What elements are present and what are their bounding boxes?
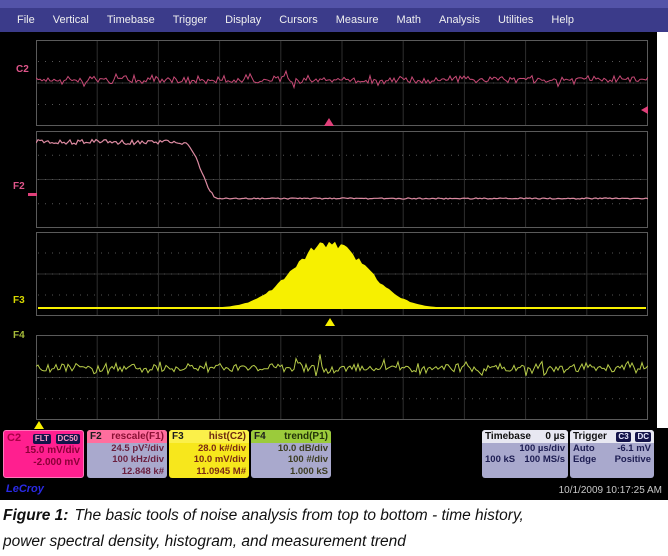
c2-descriptor-header: C2 FLT DC50: [4, 431, 83, 445]
c2-trace-label: C2: [16, 64, 29, 75]
f3-trace-label: F3: [13, 295, 25, 306]
f3-id: F3: [172, 431, 184, 442]
f4-descriptor-header: F4 trend(P1): [251, 430, 331, 443]
timebase-title: Timebase: [485, 431, 531, 442]
f2-id: F2: [90, 431, 102, 442]
trigger-badges: C3 DC: [614, 431, 651, 442]
c2-volts-per-div: 15.0 mV/div: [7, 445, 80, 457]
tb-record-length: 100 kS: [485, 454, 515, 465]
f2-level-marker[interactable]: [28, 193, 37, 196]
f4-samples: 1.000 kS: [254, 466, 328, 477]
math-f4-descriptor[interactable]: F4 trend(P1) 10.0 dB/div 100 #/div 1.000…: [251, 430, 331, 478]
trigger-source-badge: C3: [616, 432, 630, 442]
tb-time-per-div: 100 µs/div: [519, 443, 565, 454]
f3-histogram: [38, 242, 646, 308]
f3-function: hist(C2): [209, 431, 246, 442]
page: File Vertical Timebase Trigger Display C…: [0, 0, 668, 556]
menu-trigger[interactable]: Trigger: [164, 14, 216, 26]
f2-function: rescale(F1): [111, 431, 164, 442]
f2-horizontal-scale: 100 kHz/div: [90, 454, 164, 465]
trigger-level: -6.1 mV: [617, 443, 651, 454]
f4-function: trend(P1): [284, 431, 328, 442]
menu-analysis[interactable]: Analysis: [430, 14, 489, 26]
f3-vertical-scale: 28.0 k#/div: [172, 443, 246, 454]
menu-utilities[interactable]: Utilities: [489, 14, 542, 26]
f4-id: F4: [254, 431, 266, 442]
f2-descriptor-header: F2 rescale(F1): [87, 430, 167, 443]
graticule-f3-histogram: [36, 232, 648, 316]
f2-vertical-scale: 24.5 pV²/div: [90, 443, 164, 454]
trigger-mode: Auto: [573, 443, 595, 454]
f4-descriptor-values: 10.0 dB/div 100 #/div 1.000 kS: [251, 443, 331, 477]
timebase-header: Timebase 0 µs: [482, 430, 568, 443]
trigger-title: Trigger: [573, 431, 607, 442]
menu-help[interactable]: Help: [542, 14, 583, 26]
caption-line1: The basic tools of noise analysis from t…: [74, 507, 523, 524]
graticule-c2-time-history: [36, 40, 648, 126]
f4-horizontal-scale: 100 #/div: [254, 454, 328, 465]
trigger-time-marker[interactable]: [324, 118, 334, 126]
math-f2-descriptor[interactable]: F2 rescale(F1) 24.5 pV²/div 100 kHz/div …: [87, 430, 167, 478]
right-margin: [657, 32, 668, 428]
menu-vertical[interactable]: Vertical: [44, 14, 98, 26]
c2-filter-badge: FLT: [33, 434, 51, 444]
graticule-f4-trend: [36, 335, 648, 420]
menu-math[interactable]: Math: [388, 14, 430, 26]
menu-timebase[interactable]: Timebase: [98, 14, 164, 26]
c2-badges: FLT DC50: [31, 433, 80, 444]
timebase-delay: 0 µs: [545, 431, 565, 442]
trigger-header: Trigger C3 DC: [570, 430, 654, 443]
f3-population: 11.0945 M#: [172, 466, 246, 477]
f2-trace-label: F2: [13, 181, 25, 192]
figure-caption: Figure 1: The basic tools of noise analys…: [3, 503, 665, 555]
c2-descriptor-values: 15.0 mV/div -2.000 mV: [4, 445, 83, 469]
clock-timestamp: 10/1/2009 10:17:25 AM: [559, 485, 662, 496]
window-titlebar: [0, 0, 668, 8]
timebase-values: 100 µs/div 100 kS 100 MS/s: [482, 443, 568, 466]
trend-start-marker[interactable]: [34, 421, 44, 429]
c2-coupling-badge: DC50: [56, 434, 80, 444]
tb-sample-rate: 100 MS/s: [524, 454, 565, 465]
f3-horizontal-scale: 10.0 mV/div: [172, 454, 246, 465]
c2-trigger-level-marker[interactable]: [641, 106, 648, 114]
f2-points: 12.848 k#: [90, 466, 164, 477]
menu-bar: File Vertical Timebase Trigger Display C…: [0, 8, 668, 32]
menu-cursors[interactable]: Cursors: [270, 14, 327, 26]
f2-descriptor-values: 24.5 pV²/div 100 kHz/div 12.848 k#: [87, 443, 167, 477]
graticule-f2-psd: [36, 131, 648, 228]
timebase-descriptor[interactable]: Timebase 0 µs 100 µs/div 100 kS 100 MS/s: [482, 430, 568, 478]
f3-descriptor-header: F3 hist(C2): [169, 430, 249, 443]
figure-label: Figure 1:: [3, 507, 68, 524]
histogram-center-marker[interactable]: [325, 318, 335, 326]
f4-vertical-scale: 10.0 dB/div: [254, 443, 328, 454]
trigger-descriptor[interactable]: Trigger C3 DC Auto -6.1 mV Edge Positive: [570, 430, 654, 478]
trigger-type: Edge: [573, 454, 596, 465]
caption-line2: power spectral density, histogram, and m…: [3, 533, 406, 550]
oscilloscope-screen: File Vertical Timebase Trigger Display C…: [0, 0, 668, 500]
f4-trace-label: F4: [13, 330, 25, 341]
trigger-values: Auto -6.1 mV Edge Positive: [570, 443, 654, 466]
c2-channel-id: C2: [7, 432, 21, 444]
menu-file[interactable]: File: [8, 14, 44, 26]
math-f3-descriptor[interactable]: F3 hist(C2) 28.0 k#/div 10.0 mV/div 11.0…: [169, 430, 249, 478]
channel-c2-descriptor[interactable]: C2 FLT DC50 15.0 mV/div -2.000 mV: [3, 430, 84, 478]
c2-offset: -2.000 mV: [7, 457, 80, 469]
lecroy-logo: LeCroy: [6, 483, 44, 495]
trigger-coupling-badge: DC: [635, 432, 651, 442]
menu-display[interactable]: Display: [216, 14, 270, 26]
f3-descriptor-values: 28.0 k#/div 10.0 mV/div 11.0945 M#: [169, 443, 249, 477]
menu-measure[interactable]: Measure: [327, 14, 388, 26]
trigger-slope: Positive: [615, 454, 651, 465]
